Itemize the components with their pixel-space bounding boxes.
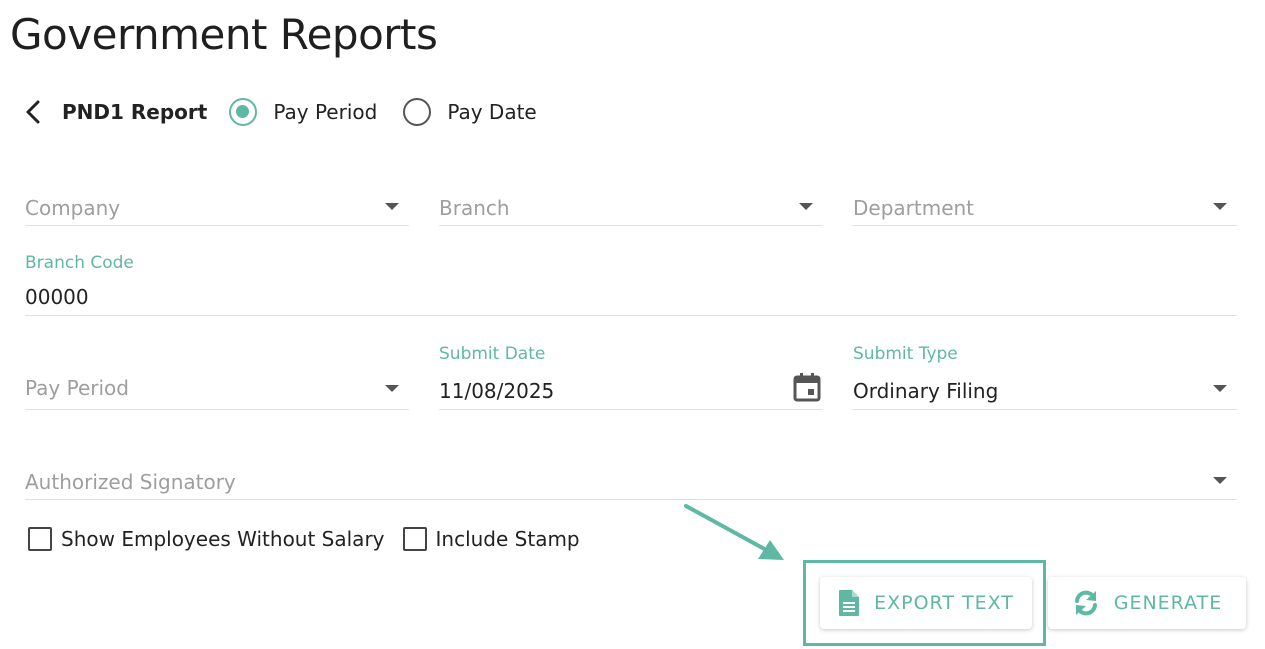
- submit-type-label: Submit Type: [853, 344, 958, 364]
- include-stamp-label: Include Stamp: [435, 527, 580, 551]
- caret-down-icon: [385, 385, 399, 392]
- show-employees-without-salary-option[interactable]: Show Employees Without Salary: [28, 527, 385, 551]
- branch-code-field[interactable]: Branch Code 00000: [25, 250, 1237, 316]
- radio-pay-date-label: Pay Date: [447, 100, 537, 124]
- radio-pay-date-indicator[interactable]: [403, 98, 432, 126]
- chevron-left-icon: [26, 100, 40, 124]
- authorized-signatory-select[interactable]: Authorized Signatory: [25, 460, 1237, 500]
- generate-button[interactable]: GENERATE: [1048, 577, 1246, 629]
- submit-type-select[interactable]: Submit Type Ordinary Filing: [853, 342, 1237, 410]
- company-select[interactable]: Company: [25, 186, 409, 226]
- calendar-icon[interactable]: [793, 372, 821, 402]
- submit-date-field[interactable]: Submit Date 11/08/2025: [439, 342, 823, 410]
- generate-label: GENERATE: [1113, 592, 1223, 614]
- include-stamp-checkbox[interactable]: [402, 527, 427, 551]
- caret-down-icon: [1213, 385, 1227, 392]
- document-icon: [839, 590, 860, 616]
- export-text-button[interactable]: EXPORT TEXT: [820, 577, 1032, 629]
- caret-down-icon: [799, 203, 813, 210]
- caret-down-icon: [1213, 477, 1227, 484]
- radio-pay-period-indicator[interactable]: [229, 98, 258, 126]
- pay-period-placeholder: Pay Period: [25, 376, 129, 400]
- options-row: Show Employees Without Salary Include St…: [28, 527, 598, 551]
- radio-pay-period-label: Pay Period: [273, 100, 378, 124]
- caret-down-icon: [1213, 203, 1227, 210]
- submit-date-value: 11/08/2025: [439, 379, 555, 403]
- date-mode-radio-group: Pay Period Pay Date: [229, 98, 562, 126]
- department-placeholder: Department: [853, 196, 975, 220]
- show-employees-without-salary-checkbox[interactable]: [28, 527, 52, 551]
- report-header: PND1 Report Pay Period Pay Date: [24, 95, 563, 129]
- submit-date-label: Submit Date: [439, 344, 546, 364]
- branch-select[interactable]: Branch: [439, 186, 823, 226]
- page-title: Government Reports: [10, 10, 438, 59]
- refresh-icon: [1074, 590, 1097, 616]
- company-placeholder: Company: [25, 196, 121, 220]
- submit-type-value: Ordinary Filing: [853, 379, 999, 403]
- caret-down-icon: [385, 203, 399, 210]
- radio-pay-period[interactable]: Pay Period: [229, 98, 377, 126]
- branch-code-value: 00000: [25, 285, 89, 309]
- arrow-annotation: [684, 504, 784, 560]
- show-employees-without-salary-label: Show Employees Without Salary: [61, 527, 385, 551]
- radio-pay-date[interactable]: Pay Date: [403, 98, 537, 126]
- branch-code-label: Branch Code: [25, 253, 134, 273]
- authorized-signatory-placeholder: Authorized Signatory: [25, 470, 236, 494]
- branch-placeholder: Branch: [439, 196, 510, 220]
- export-text-label: EXPORT TEXT: [874, 592, 1014, 614]
- back-button[interactable]: [24, 95, 48, 129]
- include-stamp-option[interactable]: Include Stamp: [402, 527, 580, 551]
- pay-period-select[interactable]: Pay Period: [25, 342, 409, 410]
- report-name: PND1 Report: [62, 100, 208, 124]
- department-select[interactable]: Department: [853, 186, 1237, 226]
